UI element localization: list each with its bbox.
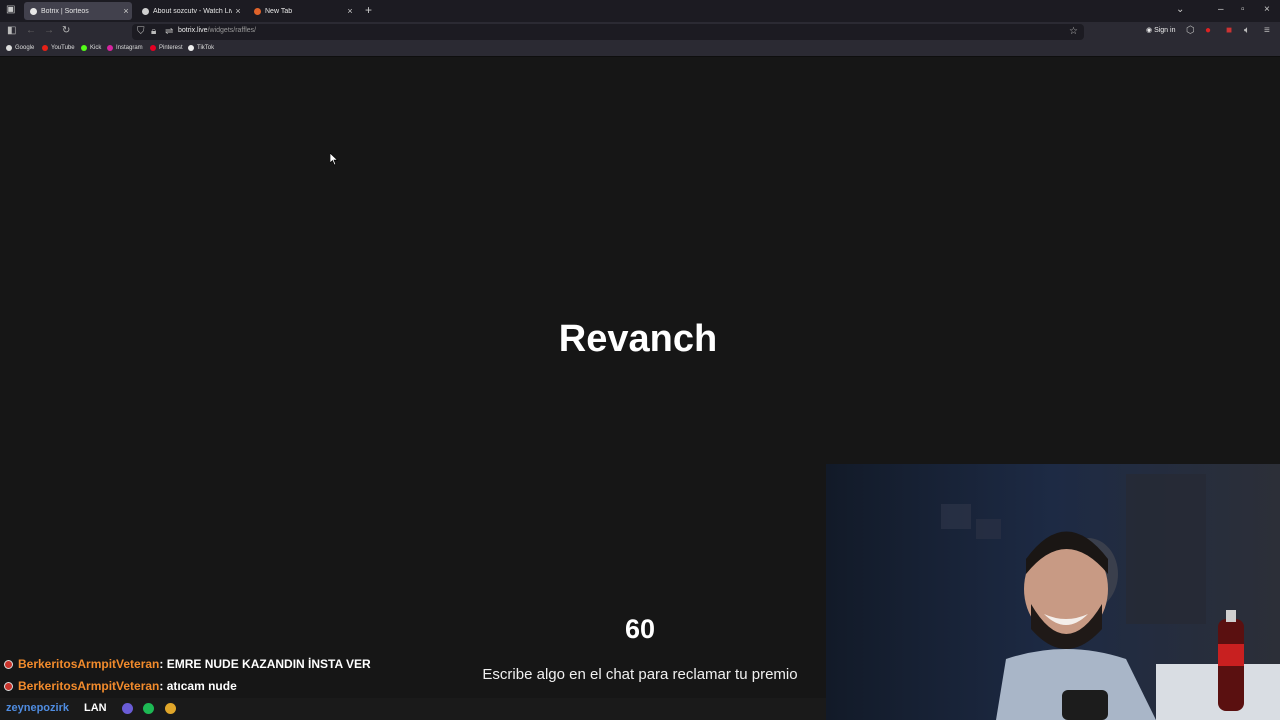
bookmarks-toolbar: Google YouTube Kick Instagram Pinterest … [0,42,1280,57]
kick-icon [81,45,87,51]
bookmark-label: Google [15,45,35,51]
chat-text: : EMRE NUDE KAZANDIN İNSTA VER [159,657,371,671]
instagram-icon [107,45,113,51]
sidebar-icon[interactable]: ◧ [7,25,16,36]
restore-icon[interactable]: ▫ [1241,4,1245,15]
sign-in-label: Sign in [1154,27,1176,34]
stream-overlay-bar: zeynepozirk LAN [0,698,826,720]
bookmark-star-icon[interactable]: ☆ [1069,26,1078,37]
bookmark-instagram[interactable]: Instagram [107,45,143,51]
chat-badge-icon [4,659,13,669]
url-text: botrix.live/widgets/raffles/ [178,27,256,34]
extensions-icon[interactable]: ⬡ [1186,25,1195,36]
address-bar[interactable]: ⛉ 🔒︎ ⇌ botrix.live/widgets/raffles/ ☆ [132,24,1084,40]
addon-icon[interactable]: ■ [1226,25,1232,36]
bookmark-pinterest[interactable]: Pinterest [150,45,183,51]
bookmark-label: TikTok [197,45,215,51]
lan-label: LAN [84,702,107,714]
back-arrow-icon[interactable]: ← [26,25,36,36]
bookmark-google[interactable]: Google [6,45,34,51]
firefox-favicon-icon [254,7,261,15]
sign-in-button[interactable]: ◉ Sign in [1146,26,1175,34]
raffle-instruction: Escribe algo en el chat para reclamar tu… [482,666,798,683]
lock-icon[interactable]: 🔒︎ [151,26,156,37]
raffle-countdown: 60 [624,614,656,644]
bookmark-kick[interactable]: Kick [81,45,101,51]
tab-new-tab[interactable]: New Tab × [248,2,356,20]
botrix-favicon-icon [30,7,37,15]
tab-label: Botrix | Sorteos [41,7,89,15]
tab-label: About sozcutv - Watch Live on Kick [153,7,232,15]
speaker-icon[interactable]: 🔈︎ [1244,25,1250,36]
google-icon [6,45,12,51]
pinterest-icon [150,45,156,51]
bookmark-tiktok[interactable]: TikTok [188,45,214,51]
chat-message: BerkeritosArmpitVeteran : EMRE NUDE KAZA… [4,657,371,671]
url-path: /widgets/raffles/ [207,27,257,34]
bookmark-label: Instagram [116,45,143,51]
new-tab-plus-icon[interactable]: + [365,3,372,17]
chrome-icon[interactable] [165,703,176,714]
close-window-icon[interactable]: × [1264,4,1270,15]
chat-text: : atıcam nude [159,679,237,693]
mouse-pointer-icon [330,153,339,166]
close-tab-icon[interactable]: × [120,6,132,16]
tab-botrix[interactable]: Botrix | Sorteos × [24,2,132,20]
tiktok-icon [188,45,194,51]
permissions-icon[interactable]: ⇌ [165,26,173,37]
bookmark-youtube[interactable]: YouTube [42,45,75,51]
bookmark-label: Kick [90,45,102,51]
spotify-icon[interactable] [143,703,154,714]
youtube-icon [42,45,48,51]
bookmark-label: YouTube [51,45,75,51]
tab-list-icon[interactable]: ▣ [6,4,15,15]
webcam-image [826,464,1280,720]
close-tab-icon[interactable]: × [344,6,356,16]
navigation-bar: ◧ ← → ↻ ⛉ 🔒︎ ⇌ botrix.live/widgets/raffl… [0,22,1280,42]
minimize-icon[interactable]: – [1218,4,1224,15]
record-extension-icon[interactable]: ● [1205,25,1211,36]
chat-username: BerkeritosArmpitVeteran [18,679,160,693]
forward-arrow-icon[interactable]: → [44,25,54,36]
tab-strip: ▣ Botrix | Sorteos × About sozcutv - Wat… [0,0,1280,22]
tab-label: New Tab [265,7,293,15]
chat-message: BerkeritosArmpitVeteran : atıcam nude [4,679,237,693]
raffle-keyword: Revanch [558,318,718,360]
webcam-feed [826,464,1280,720]
menu-hamburger-icon[interactable]: ≡ [1264,25,1270,36]
reload-icon[interactable]: ↻ [62,25,70,36]
discord-icon[interactable] [122,703,133,714]
shield-icon[interactable]: ⛉ [137,26,145,37]
kick-favicon-icon [142,7,149,15]
chat-username: BerkeritosArmpitVeteran [18,657,160,671]
tab-about-sozcutv[interactable]: About sozcutv - Watch Live on Kick × [136,2,244,20]
tab-overflow-chevron-icon[interactable]: ⌄ [1176,4,1184,15]
streamer-handle: zeynepozirk [6,702,69,714]
close-tab-icon[interactable]: × [232,6,244,16]
bookmark-label: Pinterest [159,45,183,51]
url-host: botrix.live [178,27,208,34]
chat-badge-icon [4,681,13,691]
